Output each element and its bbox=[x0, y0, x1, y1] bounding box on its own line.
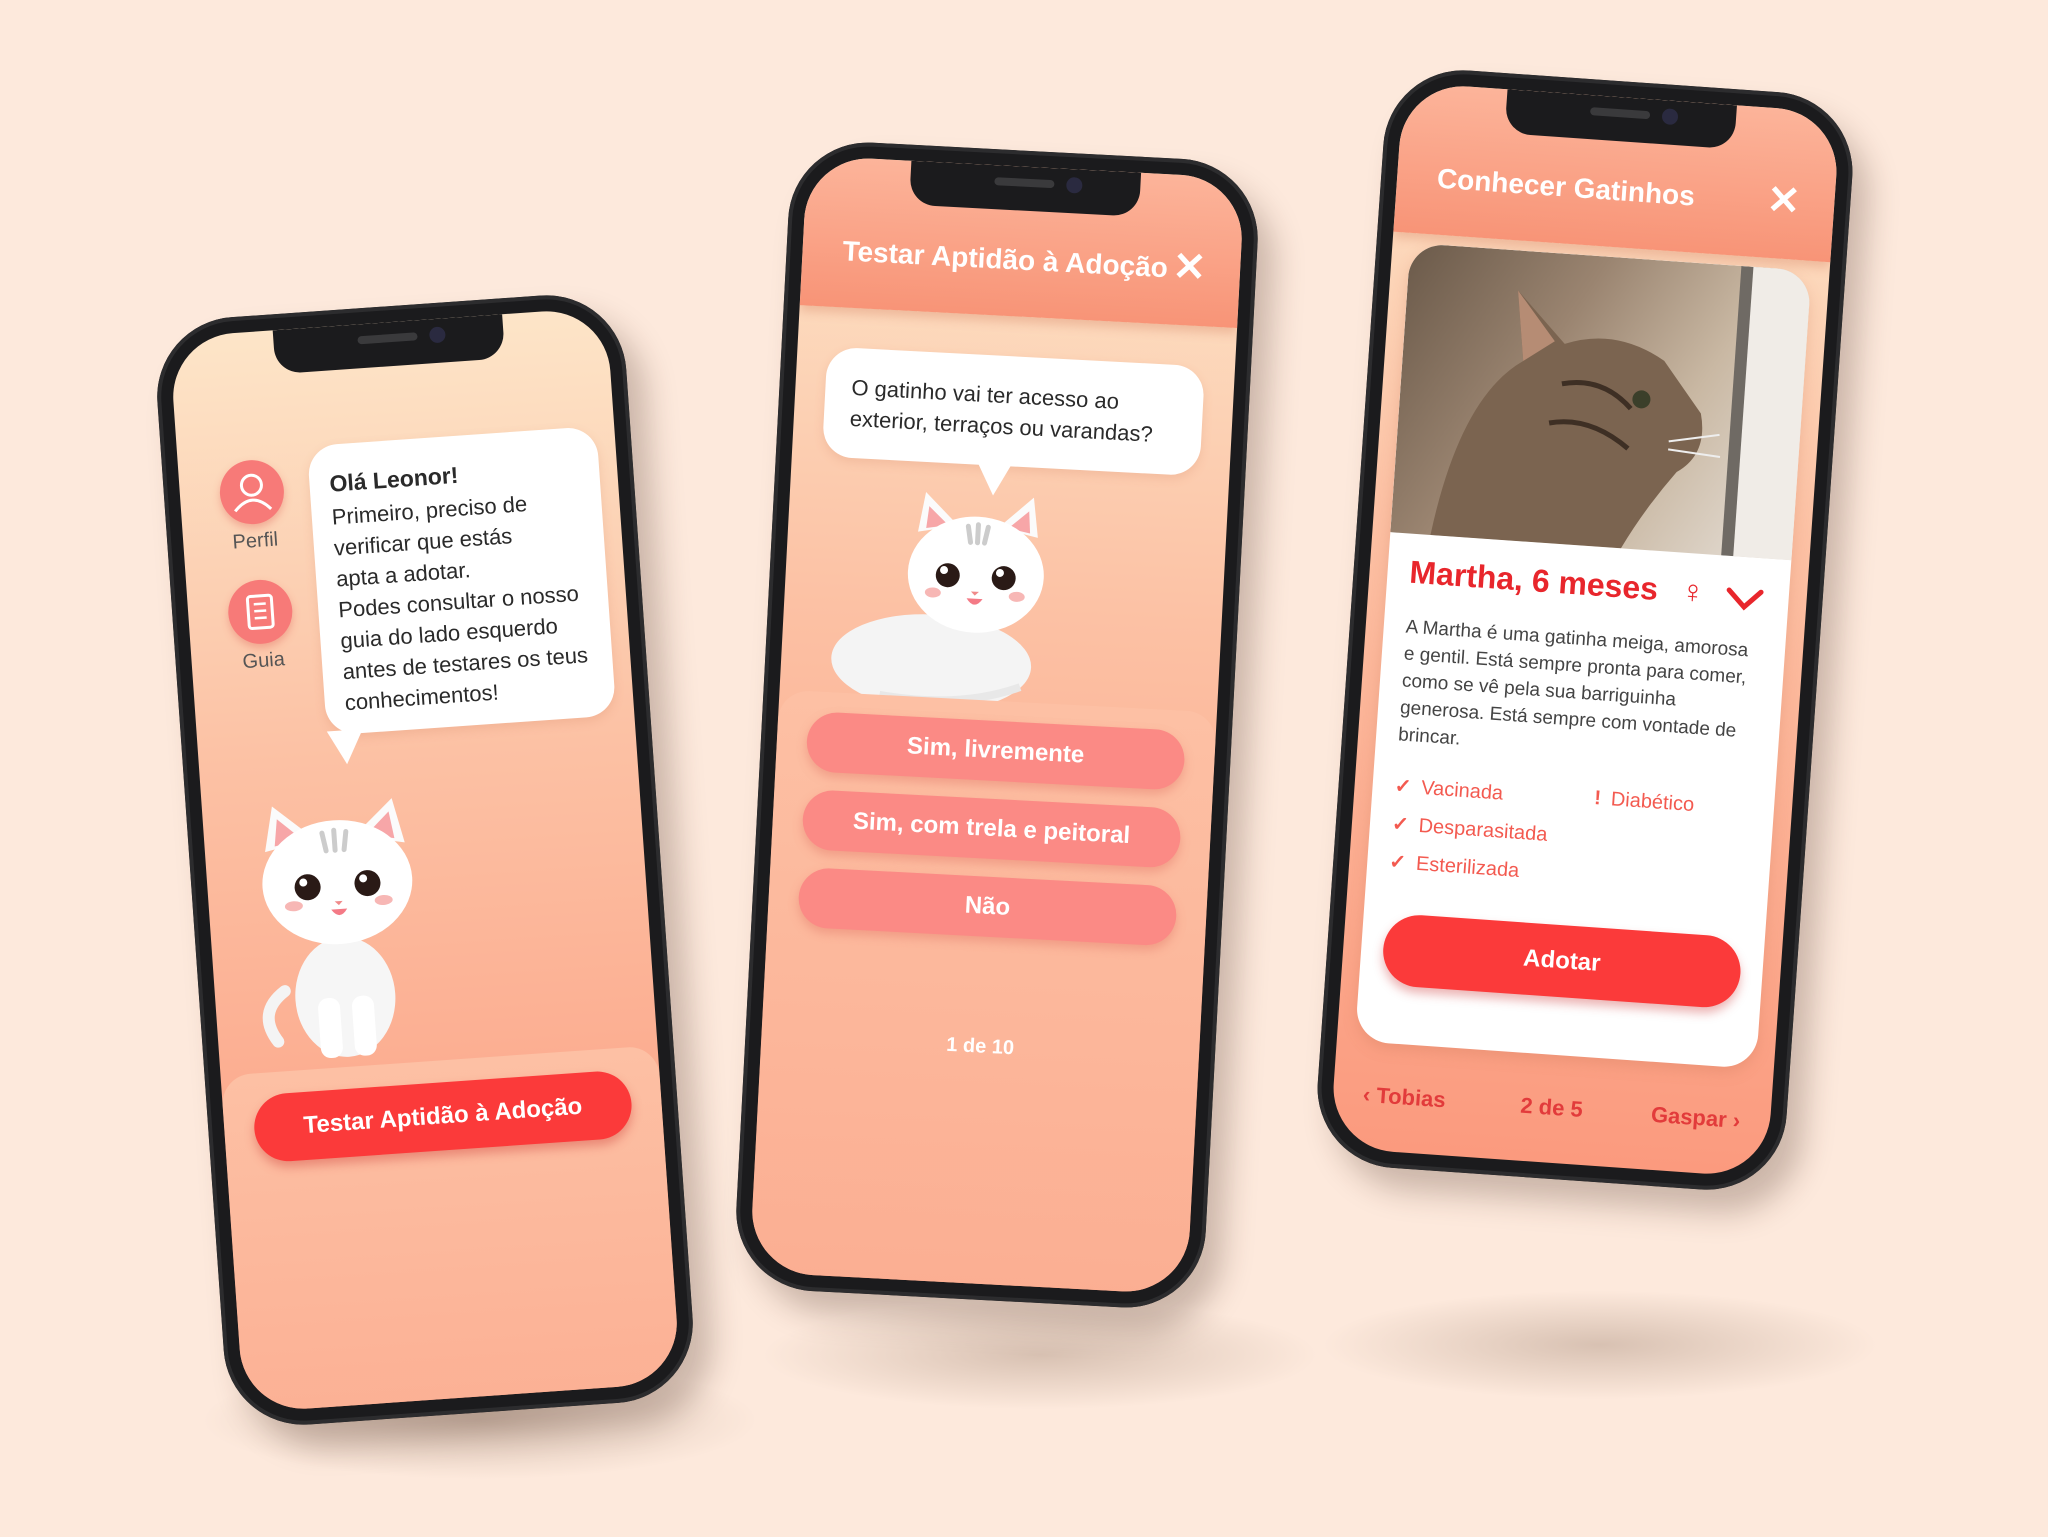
warning-diabetic: ! Diabético bbox=[1593, 787, 1695, 817]
speaker-grille bbox=[994, 177, 1055, 189]
cat-description: A Martha é uma gatinha meiga, amorosa e … bbox=[1397, 614, 1764, 774]
greeting-message: Primeiro, preciso de verificar que estás… bbox=[331, 484, 596, 718]
chevron-down-icon[interactable] bbox=[1723, 584, 1765, 617]
trait-sterilized: ✓ Esterilizada bbox=[1389, 849, 1521, 883]
greeting-screen: Perfil Guia Olá Leonor! Primeiro, precis… bbox=[168, 307, 682, 1413]
camera-icon bbox=[1661, 108, 1679, 126]
chevron-right-icon: › bbox=[1725, 1107, 1742, 1133]
trait-vaccinated: ✓ Vacinada bbox=[1394, 773, 1504, 806]
guide-label: Guia bbox=[241, 648, 286, 674]
cat-profile-screen: Conhecer Gatinhos ✕ Martha, 6 meses ♀ A … bbox=[1329, 82, 1841, 1178]
bubble-tail bbox=[326, 729, 366, 766]
phone-cat-profile: Conhecer Gatinhos ✕ Martha, 6 meses ♀ A … bbox=[1312, 64, 1858, 1196]
guide-button[interactable] bbox=[226, 577, 295, 647]
warning-label: Diabético bbox=[1610, 788, 1695, 817]
phone-notch bbox=[272, 314, 506, 375]
camera-icon bbox=[1065, 176, 1083, 194]
cat-name: Martha, 6 meses ♀ bbox=[1408, 554, 1706, 612]
greeting-bubble: Olá Leonor! Primeiro, preciso de verific… bbox=[306, 426, 617, 736]
next-cat-label: Gaspar bbox=[1650, 1101, 1728, 1133]
speaker-grille bbox=[1589, 107, 1651, 120]
cat-card: Martha, 6 meses ♀ A Martha é uma gatinha… bbox=[1354, 242, 1812, 1069]
phone-quiz: Testar Aptidão à Adoção ✕ O gatinho vai … bbox=[732, 138, 1262, 1312]
close-icon[interactable]: ✕ bbox=[1172, 245, 1208, 291]
phone-shadow-right bbox=[1320, 1290, 1880, 1400]
close-icon[interactable]: ✕ bbox=[1765, 178, 1802, 224]
cat-photo bbox=[1390, 242, 1812, 561]
next-cat-link[interactable]: Gaspar › bbox=[1650, 1102, 1741, 1134]
cat-mascot-illustration bbox=[262, 798, 413, 1059]
adopt-button[interactable]: Adotar bbox=[1380, 912, 1743, 1010]
question-bubble: O gatinho vai ter acesso ao exterior, te… bbox=[821, 346, 1206, 477]
quiz-screen: Testar Aptidão à Adoção ✕ O gatinho vai … bbox=[749, 155, 1245, 1295]
book-icon bbox=[245, 593, 275, 630]
profile-button[interactable] bbox=[217, 458, 287, 527]
speaker-grille bbox=[357, 332, 418, 345]
trait-label: Vacinada bbox=[1420, 776, 1504, 805]
profile-icon bbox=[234, 473, 273, 513]
female-icon: ♀ bbox=[1679, 572, 1707, 611]
cat-name-text: Martha, 6 meses bbox=[1408, 553, 1660, 607]
camera-icon bbox=[428, 326, 446, 344]
check-icon: ✓ bbox=[1391, 813, 1410, 837]
bubble-tail bbox=[975, 460, 1013, 497]
exclamation-icon: ! bbox=[1593, 787, 1602, 810]
trait-label: Esterilizada bbox=[1415, 852, 1520, 882]
cat-lying-illustration bbox=[831, 491, 1044, 711]
check-icon: ✓ bbox=[1388, 850, 1407, 875]
profile-label: Perfil bbox=[231, 528, 279, 554]
trait-dewormed: ✓ Desparasitada bbox=[1391, 811, 1548, 847]
check-icon: ✓ bbox=[1393, 775, 1413, 799]
phone-greeting: Perfil Guia Olá Leonor! Primeiro, precis… bbox=[151, 289, 699, 1431]
trait-label: Desparasitada bbox=[1417, 814, 1549, 846]
phone-shadow-center bbox=[760, 1300, 1320, 1410]
tabby-cat-image bbox=[1430, 266, 1812, 561]
